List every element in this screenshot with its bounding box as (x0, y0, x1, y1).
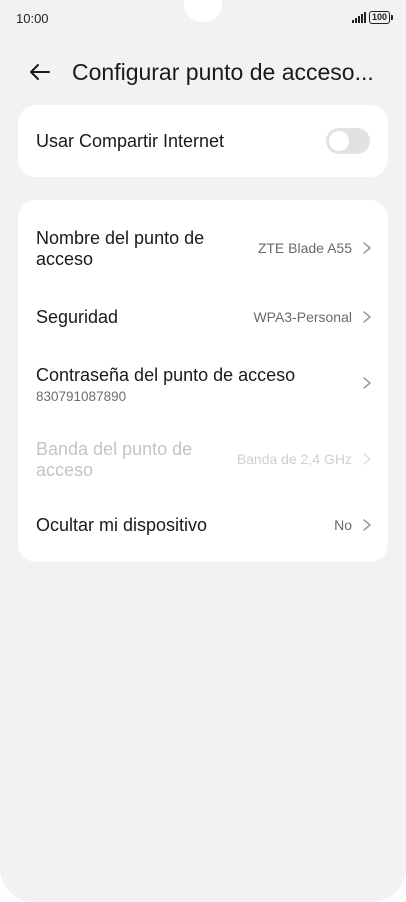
back-arrow-icon (30, 64, 50, 80)
setting-row-ap-name[interactable]: Nombre del punto de acceso ZTE Blade A55 (18, 200, 388, 296)
security-value: WPA3-Personal (253, 309, 352, 325)
hotspot-toggle-card: Usar Compartir Internet (18, 105, 388, 177)
setting-row-band: Banda del punto de acceso Banda de 2,4 G… (18, 426, 388, 500)
hide-device-label: Ocultar mi dispositivo (36, 515, 208, 535)
chevron-right-icon (363, 311, 371, 323)
chevron-right-icon (363, 242, 371, 254)
status-icons: 100 (351, 11, 394, 24)
chevron-right-icon (363, 453, 371, 465)
chevron-right-icon (363, 519, 371, 531)
setting-row-password[interactable]: Contraseña del punto de acceso 830791087… (18, 342, 388, 426)
chevron-right-icon (363, 377, 371, 389)
band-label-line1: Banda del punto de (36, 439, 193, 459)
setting-row-hide-device[interactable]: Ocultar mi dispositivo No (18, 500, 388, 550)
screen: 10:00 100 Configurar punto de acceso... … (0, 0, 406, 902)
signal-icon (351, 12, 366, 23)
hotspot-toggle-label: Usar Compartir Internet (36, 131, 225, 151)
hide-device-value: No (334, 517, 352, 533)
band-value: Banda de 2,4 GHz (236, 451, 352, 467)
band-label-line2: acceso (36, 460, 94, 480)
password-label: Contraseña del punto de acceso (36, 365, 296, 385)
security-label: Seguridad (36, 307, 119, 327)
page-title: Configurar punto de acceso... (72, 59, 374, 85)
password-value: 830791087890 (36, 389, 127, 404)
hotspot-settings-card: Nombre del punto de acceso ZTE Blade A55… (18, 200, 388, 562)
battery-level: 100 (371, 12, 387, 22)
ap-name-label-line2: acceso (36, 249, 94, 269)
back-button[interactable] (26, 58, 54, 86)
toggle-knob (329, 131, 349, 151)
status-time: 10:00 (16, 11, 49, 26)
camera-notch (184, 0, 222, 22)
setting-row-security[interactable]: Seguridad WPA3-Personal (18, 296, 388, 342)
ap-name-label-line1: Nombre del punto de (36, 228, 205, 248)
ap-name-value: ZTE Blade A55 (257, 240, 352, 256)
header: Configurar punto de acceso... (0, 52, 406, 92)
battery-icon: 100 (368, 11, 394, 24)
status-bar: 10:00 100 (0, 0, 406, 38)
hotspot-toggle-switch[interactable] (326, 128, 370, 154)
